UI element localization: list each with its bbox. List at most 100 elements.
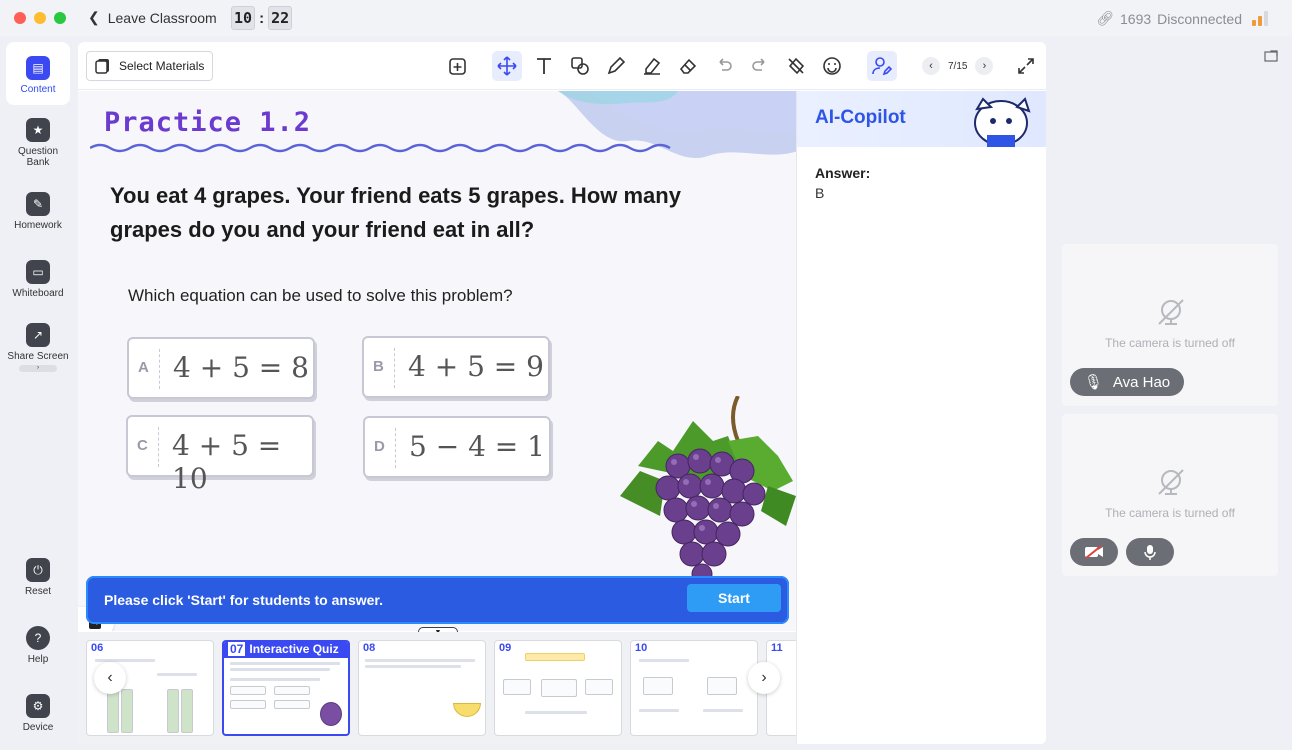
thumbnail-slide[interactable]: 10 xyxy=(630,640,758,736)
emoji-icon xyxy=(823,57,841,75)
question-text: You eat 4 grapes. Your friend eats 5 gra… xyxy=(110,183,681,242)
option-letter: C xyxy=(137,437,148,454)
highlighter-icon xyxy=(644,57,661,75)
class-timer: 10 : 22 xyxy=(231,6,293,30)
help-icon: ? xyxy=(26,626,50,650)
move-icon xyxy=(497,56,517,76)
prev-page-button[interactable]: ‹ xyxy=(922,57,940,75)
undo-icon xyxy=(719,58,732,71)
answer-value: B xyxy=(815,185,825,201)
add-page-tool[interactable] xyxy=(443,51,473,81)
start-button[interactable]: Start xyxy=(687,584,781,612)
minimize-window-button[interactable] xyxy=(34,12,46,24)
answer-label: Answer: xyxy=(815,165,871,181)
page-indicator: 7/15 xyxy=(948,60,968,72)
whiteboard-icon: ▭ xyxy=(26,260,50,284)
shapes-tool[interactable] xyxy=(565,51,595,81)
start-prompt-bar: Please click 'Start' for students to ans… xyxy=(86,576,789,624)
fullscreen-tool[interactable] xyxy=(1011,51,1041,81)
slide-canvas[interactable]: Practice 1.2 You eat 4 grapes. Your frie… xyxy=(78,91,796,631)
grapes-image xyxy=(620,396,796,581)
camera-tile: The camera is turned off 🎙︎ Ava Hao xyxy=(1062,244,1278,406)
camera-off-icon xyxy=(1158,469,1184,495)
connection-status: 🔗︎ 1693 Disconnected xyxy=(1096,10,1242,27)
pen-icon xyxy=(607,56,626,75)
sidebar-item-reset[interactable]: ⏻ Reset xyxy=(6,558,70,597)
timer-minutes: 10 xyxy=(231,6,256,30)
chevron-right-icon: › xyxy=(761,669,767,686)
clear-icon xyxy=(788,57,805,75)
thumbnail-slide[interactable]: 08 xyxy=(358,640,486,736)
option-equation: 4 + 5 = 8 xyxy=(173,351,309,384)
pen-tool[interactable] xyxy=(601,51,631,81)
sidebar-item-share-screen[interactable]: ↗ Share Screen › xyxy=(6,323,70,372)
option-letter: B xyxy=(373,358,384,375)
homework-icon: ✎ xyxy=(26,192,50,216)
sidebar-item-device[interactable]: ⚙ Device xyxy=(6,694,70,733)
class-id: 1693 xyxy=(1120,10,1152,27)
toggle-mic-button[interactable] xyxy=(1126,538,1174,566)
participant-name-pill[interactable]: 🎙︎ Ava Hao xyxy=(1070,368,1184,396)
select-materials-button[interactable]: Select Materials xyxy=(86,51,214,81)
microphone-icon: 🎙︎ xyxy=(1083,374,1103,391)
option-b[interactable]: B 4 + 5 = 9 xyxy=(362,336,550,398)
sidebar-item-question-bank[interactable]: ★ Question Bank xyxy=(6,118,70,168)
copilot-body: Answer: B xyxy=(797,147,1046,744)
sidebar-item-whiteboard[interactable]: ▭ Whiteboard xyxy=(6,260,70,299)
thumbnail-slide[interactable]: 09 xyxy=(494,640,622,736)
share-screen-expand[interactable]: › xyxy=(19,365,57,372)
sidebar-item-homework[interactable]: ✎ Homework xyxy=(6,192,70,231)
materials-icon xyxy=(95,59,109,74)
participant-name: Ava Hao xyxy=(1112,373,1171,391)
copilot-mascot-icon xyxy=(974,97,1031,147)
leave-classroom-button[interactable]: ❮ Leave Classroom xyxy=(88,9,217,26)
option-equation: 4 + 5 = 9 xyxy=(408,350,544,383)
title-bar: ❮ Leave Classroom 10 : 22 🔗︎ 1693 Discon… xyxy=(0,0,1292,36)
clear-tool[interactable] xyxy=(781,51,811,81)
popout-icon[interactable] xyxy=(1264,50,1278,62)
content-icon: ▤ xyxy=(26,56,50,80)
thumbnail-slide-active[interactable]: 07 Interactive Quiz xyxy=(222,640,350,736)
user-pen-icon xyxy=(872,57,892,76)
option-d[interactable]: D 5 − 4 = 1 xyxy=(363,416,551,478)
undo-tool[interactable] xyxy=(709,51,739,81)
shapes-icon xyxy=(571,57,589,75)
redo-tool[interactable] xyxy=(745,51,775,81)
maximize-window-button[interactable] xyxy=(54,12,66,24)
thumbnail-strip: 06 07 Interactive Quiz 08 09 10 11 ‹ › xyxy=(78,632,796,744)
eraser-tool[interactable] xyxy=(673,51,703,81)
highlighter-tool[interactable] xyxy=(637,51,667,81)
fullscreen-icon xyxy=(1018,58,1034,74)
title-underline xyxy=(90,143,671,153)
sidebar-item-content[interactable]: ▤ Content xyxy=(6,42,70,105)
sidebar-item-help[interactable]: ? Help xyxy=(6,626,70,665)
camera-tile: The camera is turned off xyxy=(1062,414,1278,576)
move-tool[interactable] xyxy=(492,51,522,81)
thumbnails-prev-button[interactable]: ‹ xyxy=(94,662,126,694)
microphone-icon xyxy=(1144,545,1156,560)
close-window-button[interactable] xyxy=(14,12,26,24)
video-off-icon xyxy=(1085,545,1103,559)
toolbar: Select Materials ‹ 7/15 › xyxy=(78,42,1046,90)
text-tool[interactable] xyxy=(529,51,559,81)
slide-title: Practice 1.2 xyxy=(104,107,312,138)
redo-icon xyxy=(752,58,765,71)
toggle-camera-button[interactable] xyxy=(1070,538,1118,566)
camera-status: The camera is turned off xyxy=(1105,506,1235,520)
thumbnails-next-button[interactable]: › xyxy=(748,662,780,694)
content-panel: Select Materials ‹ 7/15 › Practice 1.2 Y… xyxy=(78,42,1046,744)
option-c[interactable]: C 4 + 5 = 10 xyxy=(126,415,314,495)
share-screen-icon: ↗ xyxy=(26,323,50,347)
device-icon: ⚙ xyxy=(26,694,50,718)
option-a[interactable]: A 4 + 5 = 8 xyxy=(127,337,315,399)
question-bank-icon: ★ xyxy=(26,118,50,142)
leave-classroom-label: Leave Classroom xyxy=(107,9,217,26)
user-pen-tool[interactable] xyxy=(867,51,897,81)
chevron-left-icon: ‹ xyxy=(107,669,113,686)
link-icon: 🔗︎ xyxy=(1096,10,1115,26)
select-materials-label: Select Materials xyxy=(119,59,205,73)
emoji-tool[interactable] xyxy=(817,51,847,81)
next-page-button[interactable]: › xyxy=(975,57,994,75)
add-page-icon xyxy=(449,58,466,75)
copilot-header: AI-Copilot xyxy=(797,91,1046,147)
